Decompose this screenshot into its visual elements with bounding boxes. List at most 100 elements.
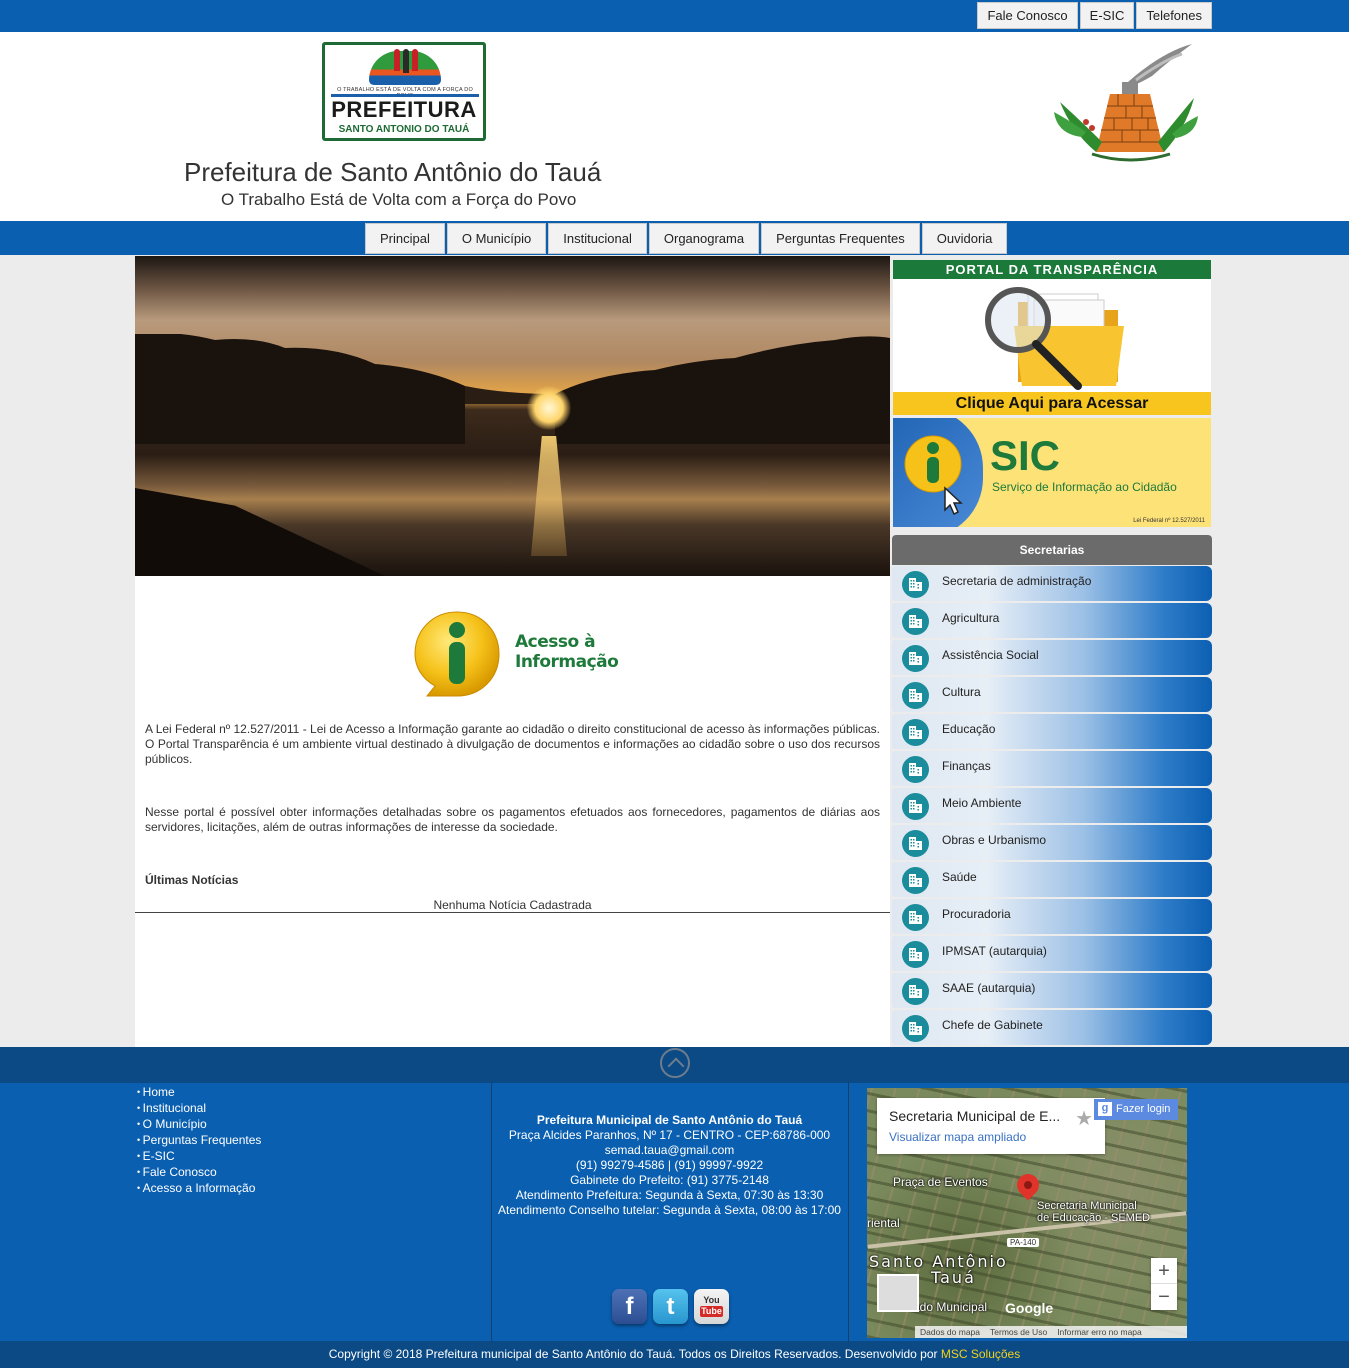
google-map[interactable]: Secretaria Municipal de E... Visualizar …	[867, 1088, 1187, 1338]
youtube-icon[interactable]: You Tube	[694, 1289, 729, 1324]
footer-contact-info: Prefeitura Municipal de Santo Antônio do…	[491, 1113, 848, 1218]
secretaria-item[interactable]: Cultura	[892, 677, 1212, 712]
secretaria-item[interactable]: Meio Ambiente	[892, 788, 1212, 823]
secretaria-item[interactable]: Educação	[892, 714, 1212, 749]
footer-link-fale-conosco[interactable]: Fale Conosco	[137, 1165, 261, 1181]
footer-link-home[interactable]: Home	[137, 1085, 261, 1101]
map-report-link[interactable]: Informar erro no mapa	[1052, 1326, 1147, 1338]
scroll-to-top-button[interactable]	[660, 1048, 690, 1078]
nav-ouvidoria[interactable]: Ouvidoria	[921, 223, 1008, 254]
footer-address: Praça Alcides Paranhos, Nº 17 - CENTRO -…	[508, 1128, 831, 1142]
footer-link-institucional[interactable]: Institucional	[137, 1101, 261, 1117]
site-header: O TRABALHO ESTÁ DE VOLTA COM A FORÇA DO …	[0, 32, 1349, 221]
map-label-oriental: riental	[867, 1216, 900, 1230]
top-bar: Fale Conosco E-SIC Telefones	[0, 0, 1349, 32]
secretaria-item[interactable]: Procuradoria	[892, 899, 1212, 934]
secretaria-item[interactable]: Chefe de Gabinete	[892, 1010, 1212, 1045]
developer-link[interactable]: MSC Soluções	[941, 1347, 1020, 1361]
map-login-button[interactable]: Fazer login	[1094, 1099, 1178, 1120]
footer-link-perguntas-frequentes[interactable]: Perguntas Frequentes	[137, 1133, 262, 1149]
map-place-title: Secretaria Municipal de E...	[889, 1108, 1061, 1124]
map-place-card: Secretaria Municipal de E... Visualizar …	[877, 1098, 1105, 1154]
building-icon	[902, 571, 929, 598]
secretaria-label: Finanças	[942, 759, 991, 773]
tree-line	[135, 334, 890, 444]
zoom-out-button[interactable]: −	[1151, 1284, 1177, 1310]
nav-institucional[interactable]: Institucional	[548, 223, 647, 254]
prefeitura-logo[interactable]: O TRABALHO ESTÁ DE VOLTA COM A FORÇA DO …	[322, 42, 486, 141]
map-enlarge-link[interactable]: Visualizar mapa ampliado	[889, 1130, 1026, 1144]
news-empty: Nenhuma Notícia Cadastrada	[433, 898, 592, 912]
secretaria-label: Secretaria de administração	[942, 574, 1092, 588]
copyright-text: Copyright © 2018 Prefeitura municipal de…	[328, 1347, 938, 1361]
acesso-informacao-text: Acesso à Informação	[515, 632, 619, 672]
footer-phones: (91) 99279-4586 | (91) 99997-9922	[575, 1158, 764, 1172]
secretaria-item[interactable]: Obras e Urbanismo	[892, 825, 1212, 860]
portal-transparencia-cta: Clique Aqui para Acessar	[893, 392, 1211, 415]
nav-o-municipio[interactable]: O Município	[446, 223, 547, 254]
hero-sunset-image	[135, 256, 890, 576]
secretarias-list: Secretaria de administração Agricultura As…	[892, 566, 1212, 1047]
paragraph-portal: Nesse portal é possível obter informaçõe…	[145, 805, 880, 834]
divider	[135, 912, 890, 913]
top-link-fale-conosco[interactable]: Fale Conosco	[977, 2, 1078, 29]
secretaria-label: SAAE (autarquia)	[942, 981, 1036, 995]
top-link-esic[interactable]: E-SIC	[1079, 2, 1135, 29]
logo-people-icon	[389, 49, 423, 73]
map-road-label: PA-140	[1007, 1238, 1040, 1247]
secretaria-label: Procuradoria	[942, 907, 1011, 921]
zoom-in-button[interactable]: +	[1151, 1258, 1177, 1284]
news-title: Últimas Notícias	[145, 873, 239, 887]
secretarias-header: Secretarias	[892, 535, 1212, 565]
secretaria-item[interactable]: Agricultura	[892, 603, 1212, 638]
secretaria-label: Assistência Social	[942, 648, 1039, 662]
facebook-icon[interactable]: f	[612, 1289, 647, 1324]
building-icon	[902, 904, 929, 931]
sic-law: Lei Federal nº 12.527/2011	[1133, 518, 1205, 524]
building-icon	[902, 719, 929, 746]
secretaria-item[interactable]: Saúde	[892, 862, 1212, 897]
portal-transparencia-title: PORTAL DA TRANSPARÊNCIA	[893, 260, 1211, 279]
star-icon[interactable]: ★	[1075, 1106, 1093, 1131]
nav-organograma[interactable]: Organograma	[648, 223, 760, 254]
secretaria-item[interactable]: Finanças	[892, 751, 1212, 786]
nav-principal[interactable]: Principal	[365, 223, 445, 254]
map-label-eventos: Praça de Eventos	[893, 1175, 988, 1189]
building-icon	[902, 608, 929, 635]
main-content: Acesso à Informação A Lei Federal nº 12.…	[135, 256, 890, 1047]
footer-link-acesso-informacao[interactable]: Acesso a Informação	[137, 1181, 261, 1197]
secretaria-label: Agricultura	[942, 611, 1000, 625]
sun	[527, 386, 571, 430]
secretaria-label: Educação	[942, 722, 996, 736]
footer-hours: Atendimento Prefeitura: Segunda à Sexta,…	[515, 1188, 824, 1202]
street-view-icon[interactable]	[877, 1274, 919, 1312]
map-zoom-controls: + −	[1151, 1258, 1177, 1310]
twitter-icon[interactable]: t	[653, 1289, 688, 1324]
info-cursor-icon	[904, 435, 963, 516]
secretaria-item[interactable]: Secretaria de administração	[892, 566, 1212, 601]
logo-subtitle: SANTO ANTONIO DO TAUÁ	[338, 124, 470, 135]
secretaria-item[interactable]: Assistência Social	[892, 640, 1212, 675]
footer-org-name: Prefeitura Municipal de Santo Antônio do…	[536, 1113, 803, 1127]
portal-transparencia-banner[interactable]: PORTAL DA TRANSPARÊNCIA Clique Aqui para…	[893, 260, 1211, 415]
top-link-telefones[interactable]: Telefones	[1136, 2, 1212, 29]
footer-link-esic[interactable]: E-SIC	[137, 1149, 261, 1165]
secretaria-label: Saúde	[942, 870, 977, 884]
folder-magnifier-icon	[985, 287, 1124, 390]
map-label-town-2: Tauá	[931, 1268, 976, 1287]
map-label-municipal: ado Municipal	[913, 1300, 988, 1314]
nav-perguntas-frequentes[interactable]: Perguntas Frequentes	[761, 223, 920, 254]
sic-banner[interactable]: SIC Serviço de Informação ao Cidadão Lei…	[893, 418, 1211, 527]
secretaria-item[interactable]: SAAE (autarquia)	[892, 973, 1212, 1008]
map-terms-link[interactable]: Termos de Uso	[985, 1326, 1052, 1338]
sun-reflection	[531, 436, 567, 556]
main-nav: Principal O Município Institucional Orga…	[0, 221, 1349, 255]
copyright-bar: Copyright © 2018 Prefeitura municipal de…	[0, 1341, 1349, 1368]
map-data-link[interactable]: Dados do mapa	[915, 1326, 985, 1338]
secretaria-item[interactable]: IPMSAT (autarquia)	[892, 936, 1212, 971]
river-bank	[135, 488, 385, 576]
map-attribution: Dados do mapa Termos de Uso Informar err…	[915, 1326, 1187, 1338]
building-icon	[902, 978, 929, 1005]
building-icon	[902, 756, 929, 783]
footer-link-o-municipio[interactable]: O Município	[137, 1117, 261, 1133]
